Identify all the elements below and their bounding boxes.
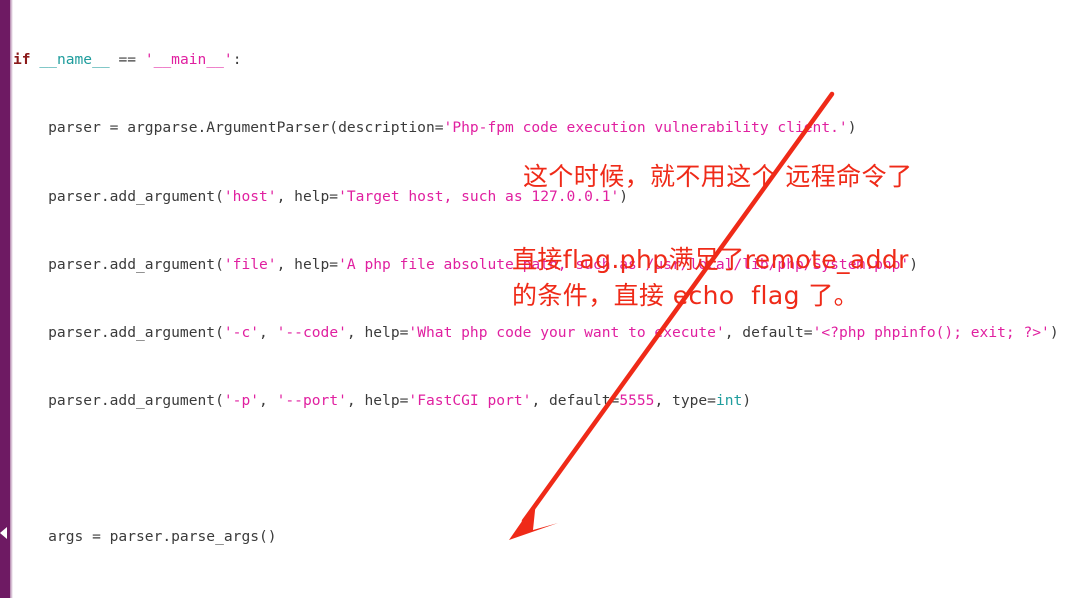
- code-line[interactable]: parser = argparse.ArgumentParser(descrip…: [0, 119, 1079, 136]
- editor-left-gutter-strip[interactable]: [0, 0, 10, 598]
- annotation-note-2: 直接flag.php满足了remote_addr 的条件，直接 echo flag…: [512, 242, 909, 314]
- gutter-shadow: [10, 0, 13, 598]
- code-line[interactable]: parser.add_argument('-c', '--code', help…: [0, 324, 1079, 341]
- annotation-note-2-line-2: 的条件，直接 echo flag 了。: [512, 281, 859, 310]
- code-line[interactable]: if __name__ == '__main__':: [0, 51, 1079, 68]
- code-line-blank[interactable]: [0, 460, 1079, 477]
- annotation-note-1: 这个时候，就不用这个 远程命令了: [523, 162, 913, 191]
- code-editor-window: if __name__ == '__main__': parser = argp…: [0, 0, 1079, 598]
- code-line[interactable]: parser.add_argument('-p', '--port', help…: [0, 392, 1079, 409]
- scroll-position-marker[interactable]: [0, 527, 7, 539]
- annotation-note-2-line-1: 直接flag.php满足了remote_addr: [512, 245, 909, 274]
- code-line[interactable]: args = parser.parse_args(): [0, 528, 1079, 545]
